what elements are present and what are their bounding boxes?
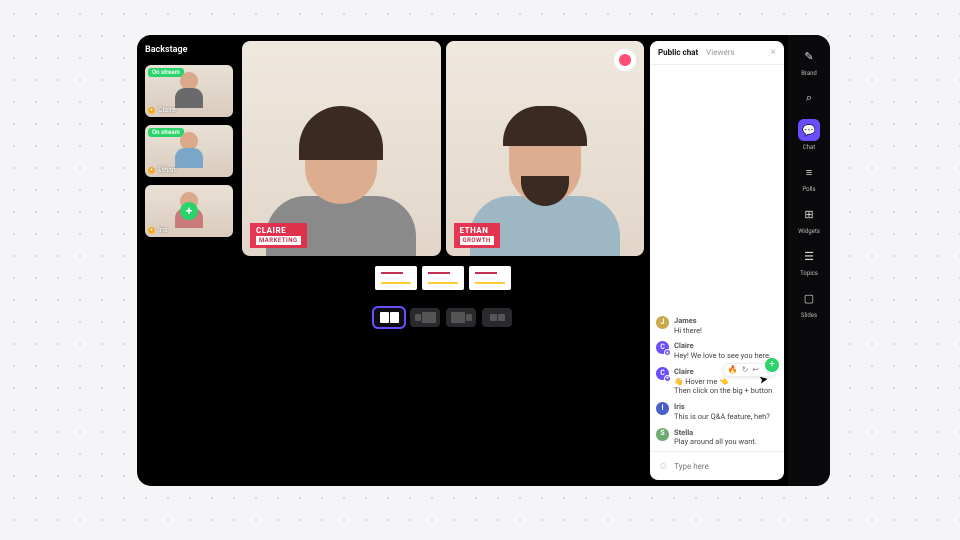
- chat-messages[interactable]: J JamesHi there! CClaireHey! We love to se…: [650, 65, 784, 451]
- host-badge-icon: ●: [664, 375, 671, 382]
- message-author: Claire: [674, 341, 778, 351]
- chat-message[interactable]: CClaireHey! We love to see you here.●: [656, 341, 778, 361]
- rail-label: Brand: [801, 70, 817, 77]
- emoji-icon[interactable]: ☺: [658, 461, 668, 472]
- close-icon[interactable]: ×: [771, 47, 776, 58]
- message-text: Hey! We love to see you here.: [674, 351, 778, 361]
- fire-icon[interactable]: 🔥: [728, 365, 738, 375]
- refresh-icon[interactable]: ↻: [742, 365, 749, 375]
- speaker-tile-ethan[interactable]: ETHAN GROWTH: [446, 41, 645, 256]
- mic-icon: ●: [148, 227, 155, 234]
- message-author: Stella: [674, 428, 778, 438]
- thumb-name: ●Iris: [148, 226, 168, 234]
- speaker-tile-claire[interactable]: CLAIRE MARKETING: [242, 41, 441, 256]
- topics-icon: ☰: [798, 245, 820, 267]
- rail-item-brand[interactable]: ✎ Brand: [798, 45, 820, 77]
- app-window: Backstage On stream ●Claire On stream ●E…: [137, 35, 830, 486]
- mic-icon: ●: [148, 167, 155, 174]
- polls-icon: ≡: [798, 161, 820, 183]
- rail-item-polls[interactable]: ≡ Polls: [798, 161, 820, 193]
- slide-thumbnail[interactable]: [469, 266, 511, 290]
- message-author: Iris: [674, 402, 778, 412]
- name-strap: ETHAN GROWTH: [454, 223, 500, 248]
- backstage-thumb-iris[interactable]: + ●Iris: [145, 185, 233, 237]
- avatar: S: [656, 428, 669, 441]
- chat-message[interactable]: CClaire👋 Hover me 👈Then click on the big…: [656, 367, 778, 396]
- chat-message[interactable]: I IrisThis is our Q&A feature, heh?: [656, 402, 778, 422]
- chat-panel: Public chat Viewers × J JamesHi there! CCl…: [650, 41, 784, 480]
- slide-thumbnail[interactable]: [375, 266, 417, 290]
- mic-icon: ●: [148, 107, 155, 114]
- rail-item-search[interactable]: ⌕: [798, 87, 820, 109]
- rail-item-topics[interactable]: ☰ Topics: [798, 245, 820, 277]
- rail-label: Topics: [800, 270, 818, 277]
- slide-thumbnail[interactable]: [422, 266, 464, 290]
- add-to-stream-button[interactable]: +: [180, 202, 198, 220]
- rail-item-widgets[interactable]: ⊞ Widgets: [798, 203, 820, 235]
- message-text: This is our Q&A feature, heh?: [674, 412, 778, 422]
- thumb-name: ●Claire: [148, 106, 176, 114]
- speaker-tiles: CLAIRE MARKETING ETHAN GROWTH: [242, 41, 644, 256]
- brand-icon: ✎: [798, 45, 820, 67]
- backstage-thumb-ethan[interactable]: On stream ●Ethan: [145, 125, 233, 177]
- layout-option-pip[interactable]: [410, 308, 440, 327]
- widgets-icon: ⊞: [798, 203, 820, 225]
- layout-switcher: [242, 308, 644, 327]
- message-author: James: [674, 316, 778, 326]
- rail-item-slides[interactable]: ▢ Slides: [798, 287, 820, 319]
- message-text: Hi there!: [674, 326, 778, 336]
- avatar: J: [656, 316, 669, 329]
- backstage-panel: Backstage On stream ●Claire On stream ●E…: [137, 35, 242, 486]
- chat-input-bar: ☺: [650, 451, 784, 480]
- layout-option-grid[interactable]: [482, 308, 512, 327]
- rail-item-chat[interactable]: 💬 Chat: [798, 119, 820, 151]
- chat-icon: 💬: [798, 119, 820, 141]
- message-text: Play around all you want.: [674, 437, 778, 447]
- chat-message[interactable]: J JamesHi there!: [656, 316, 778, 336]
- search-icon: ⌕: [798, 87, 820, 109]
- person-silhouette: [174, 72, 204, 110]
- rail-label: Polls: [802, 186, 815, 193]
- chat-tabs: Public chat Viewers ×: [650, 41, 784, 65]
- host-badge-icon: ●: [664, 349, 671, 356]
- rail-label: Slides: [801, 312, 817, 319]
- add-reaction-button[interactable]: +: [765, 358, 779, 372]
- stream-badge-icon: [614, 49, 636, 71]
- cursor-icon: ➤: [758, 372, 770, 388]
- person-silhouette: [174, 132, 204, 170]
- right-rail: ✎ Brand ⌕ 💬 Chat ≡ Polls ⊞ Widgets ☰ Topics ▢ Slides: [788, 35, 830, 486]
- stage-area: CLAIRE MARKETING ETHAN GROWTH: [242, 35, 650, 486]
- rail-label: Chat: [803, 144, 815, 151]
- chat-message[interactable]: S StellaPlay around all you want.: [656, 428, 778, 448]
- reaction-bar[interactable]: 🔥↻↩⋮+: [723, 363, 776, 377]
- slides-icon: ▢: [798, 287, 820, 309]
- layout-option-spotlight[interactable]: [446, 308, 476, 327]
- rail-label: Widgets: [798, 228, 820, 235]
- slide-strip: [242, 266, 644, 290]
- tab-public-chat[interactable]: Public chat: [658, 48, 698, 57]
- backstage-thumb-claire[interactable]: On stream ●Claire: [145, 65, 233, 117]
- backstage-title: Backstage: [145, 45, 234, 55]
- avatar: I: [656, 402, 669, 415]
- chat-input[interactable]: [674, 462, 784, 471]
- thumb-name: ●Ethan: [148, 166, 176, 174]
- layout-option-split[interactable]: [374, 308, 404, 327]
- name-strap: CLAIRE MARKETING: [250, 223, 307, 248]
- tab-viewers[interactable]: Viewers: [706, 48, 734, 57]
